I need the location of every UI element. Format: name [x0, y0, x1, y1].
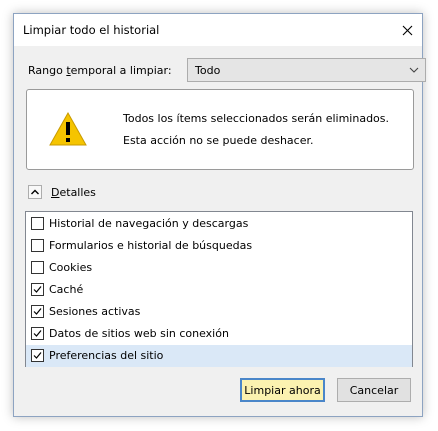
history-item-row[interactable]: Caché [26, 279, 412, 301]
checkmark-icon [33, 330, 42, 337]
title-bar: Limpiar todo el historial [14, 14, 422, 46]
history-item-label: Formularios e historial de búsquedas [49, 239, 253, 252]
checkmark-icon [33, 352, 42, 359]
time-range-select[interactable]: Todo [187, 58, 426, 82]
checkbox[interactable] [31, 283, 44, 296]
history-items-list: Historial de navegación y descargas Formu… [25, 211, 413, 367]
chevron-down-icon [409, 67, 419, 73]
checkbox[interactable] [31, 239, 44, 252]
dialog-title: Limpiar todo el historial [23, 23, 160, 37]
clear-now-button[interactable]: Limpiar ahora [240, 378, 325, 402]
close-button[interactable] [392, 14, 422, 46]
cancel-button[interactable]: Cancelar [337, 378, 411, 402]
history-item-label: Historial de navegación y descargas [49, 217, 249, 230]
warning-message: Todos los ítems seleccionados serán elim… [123, 112, 390, 125]
checkmark-icon [33, 308, 42, 315]
time-range-value: Todo [195, 64, 221, 77]
time-range-row: Rango temporal a limpiar: Todo [28, 58, 426, 84]
checkbox[interactable] [31, 305, 44, 318]
history-item-row[interactable]: Sesiones activas [26, 301, 412, 323]
history-item-label: Caché [49, 283, 84, 296]
history-item-row[interactable]: Preferencias del sitio [26, 345, 412, 367]
history-item-row[interactable]: Historial de navegación y descargas [26, 213, 412, 235]
checkbox[interactable] [31, 327, 44, 340]
history-item-label: Sesiones activas [49, 305, 141, 318]
checkbox[interactable] [31, 349, 44, 362]
warning-subtext: Esta acción no se puede deshacer. [123, 134, 314, 147]
history-item-row[interactable]: Cookies [26, 257, 412, 279]
history-item-label: Preferencias del sitio [49, 349, 164, 362]
history-item-row[interactable]: Formularios e historial de búsquedas [26, 235, 412, 257]
history-item-label: Datos de sitios web sin conexión [49, 327, 229, 340]
warning-panel: Todos los ítems seleccionados serán elim… [26, 89, 414, 170]
warning-triangle-icon [49, 112, 87, 146]
close-icon [402, 25, 412, 35]
checkbox[interactable] [31, 261, 44, 274]
time-range-label: Rango temporal a limpiar: [28, 64, 172, 77]
clear-history-dialog: Limpiar todo el historial Rango temporal… [13, 13, 426, 417]
checkbox[interactable] [31, 217, 44, 230]
details-label: Detalles [51, 186, 96, 199]
history-item-label: Cookies [49, 261, 93, 274]
chevron-up-icon [31, 189, 39, 195]
details-toggle-button[interactable] [28, 185, 42, 199]
checkmark-icon [33, 286, 42, 293]
history-item-row[interactable]: Datos de sitios web sin conexión [26, 323, 412, 345]
